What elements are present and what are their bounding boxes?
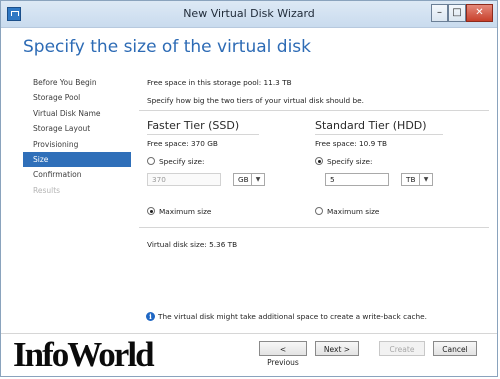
faster-unit-select[interactable]: GB ▼ [233, 173, 265, 186]
faster-tier-title: Faster Tier (SSD) [147, 119, 240, 132]
nav-item-before-you-begin[interactable]: Before You Begin [23, 75, 131, 90]
standard-tier-title: Standard Tier (HDD) [315, 119, 427, 132]
maximize-button[interactable]: □ [448, 4, 466, 22]
size-divider [139, 227, 489, 228]
minimize-button[interactable]: – [431, 4, 448, 22]
instruction-text: Specify how big the two tiers of your vi… [147, 96, 364, 105]
virtual-disk-size: Virtual disk size: 5.36 TB [147, 240, 238, 249]
wizard-steps-nav: Before You Begin Storage Pool Virtual Di… [23, 75, 131, 198]
create-button[interactable]: Create [379, 341, 425, 356]
standard-tier-free-space: Free space: 10.9 TB [315, 139, 388, 148]
nav-item-provisioning[interactable]: Provisioning [23, 137, 131, 152]
instruction-divider [139, 110, 489, 111]
faster-maximum-label: Maximum size [159, 207, 212, 216]
standard-maximum-label: Maximum size [327, 207, 380, 216]
info-icon: i [146, 312, 155, 321]
faster-specify-radio[interactable] [147, 157, 155, 165]
faster-unit-value: GB [238, 175, 249, 184]
nav-item-confirmation[interactable]: Confirmation [23, 167, 131, 182]
wizard-window: New Virtual Disk Wizard – □ ✕ Specify th… [0, 0, 498, 377]
standard-specify-radio[interactable] [315, 157, 323, 165]
faster-specify-label: Specify size: [159, 157, 205, 166]
nav-item-size[interactable]: Size [23, 151, 131, 168]
faster-size-input[interactable]: 370 [147, 173, 221, 186]
next-button[interactable]: Next > [315, 341, 359, 356]
faster-tier-free-space: Free space: 370 GB [147, 139, 218, 148]
chevron-down-icon: ▼ [419, 174, 432, 185]
standard-unit-select[interactable]: TB ▼ [401, 173, 433, 186]
standard-maximum-radio[interactable] [315, 207, 323, 215]
title-bar[interactable]: New Virtual Disk Wizard – □ ✕ [1, 1, 497, 28]
close-button[interactable]: ✕ [466, 4, 493, 22]
nav-item-storage-layout[interactable]: Storage Layout [23, 121, 131, 136]
page-title: Specify the size of the virtual disk [23, 37, 311, 57]
standard-size-input[interactable]: 5 [325, 173, 389, 186]
standard-tier-divider [315, 134, 443, 135]
cancel-button[interactable]: Cancel [433, 341, 477, 356]
faster-tier-divider [147, 134, 259, 135]
window-title: New Virtual Disk Wizard [183, 7, 315, 20]
footer-divider [1, 333, 497, 334]
faster-maximum-radio[interactable] [147, 207, 155, 215]
infoworld-watermark: InfoWorld [13, 335, 155, 374]
chevron-down-icon: ▼ [251, 174, 264, 185]
nav-item-virtual-disk-name[interactable]: Virtual Disk Name [23, 106, 131, 121]
pool-free-space: Free space in this storage pool: 11.3 TB [147, 78, 292, 87]
nav-item-storage-pool[interactable]: Storage Pool [23, 90, 131, 105]
previous-button[interactable]: < Previous [259, 341, 307, 367]
write-back-cache-note: The virtual disk might take additional s… [158, 312, 427, 321]
standard-specify-label: Specify size: [327, 157, 373, 166]
standard-unit-value: TB [406, 175, 416, 184]
nav-item-results: Results [33, 185, 61, 195]
